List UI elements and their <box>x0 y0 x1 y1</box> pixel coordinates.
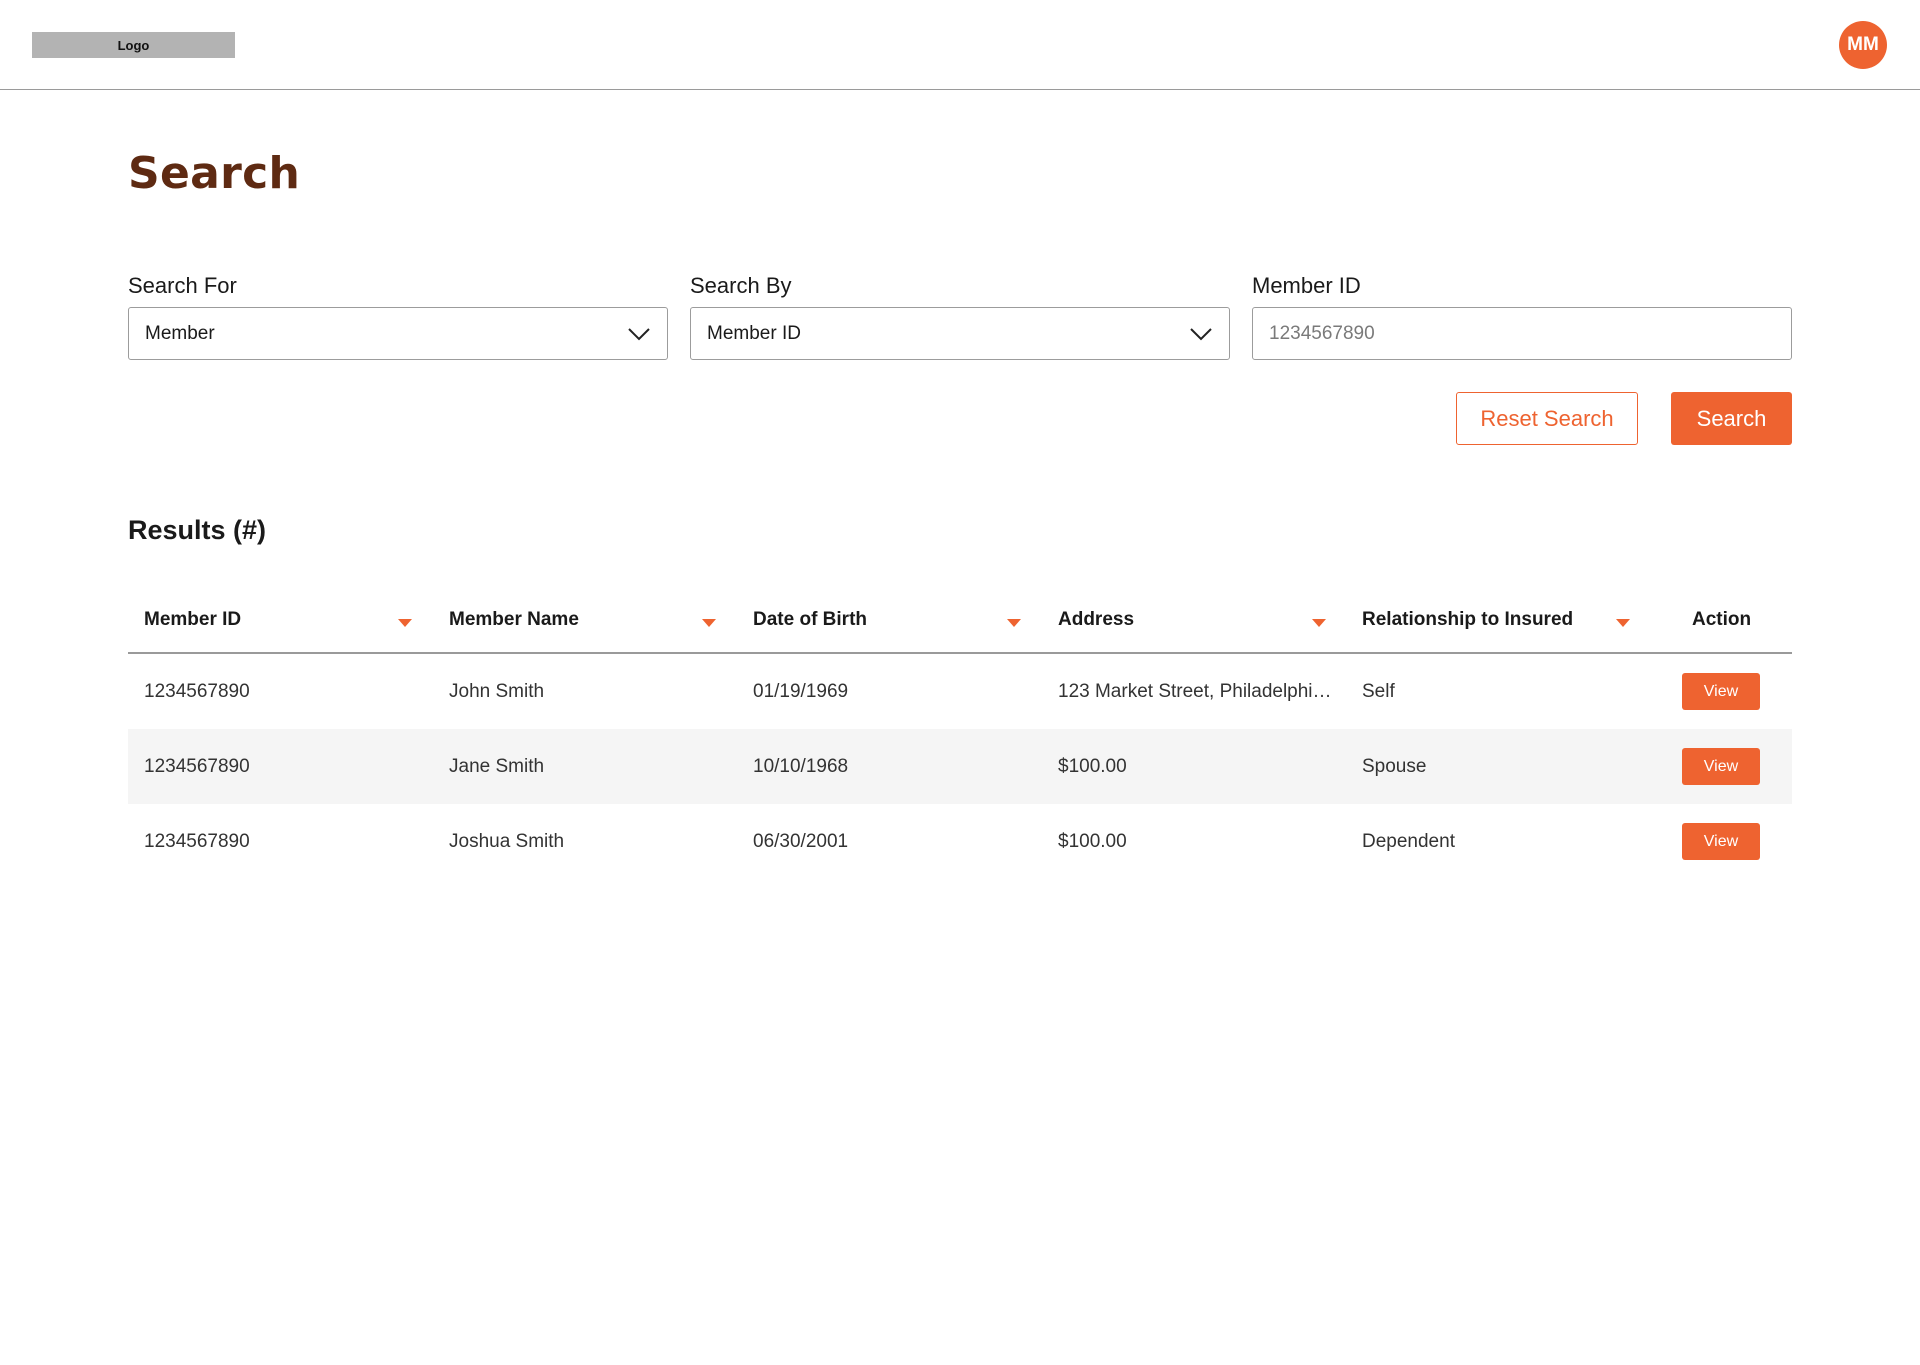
table-header: Member ID Member Name Date of Birth Addr… <box>128 586 1792 654</box>
cell-member-id: 1234567890 <box>144 680 250 702</box>
top-header: Logo MM <box>0 0 1920 90</box>
view-button[interactable]: View <box>1682 748 1760 785</box>
search-by-value: Member ID <box>707 322 801 344</box>
sort-down-icon[interactable] <box>398 619 412 627</box>
member-id-input[interactable] <box>1252 307 1792 360</box>
user-avatar[interactable]: MM <box>1839 21 1887 69</box>
column-header-address[interactable]: Address <box>1058 586 1134 654</box>
logo[interactable]: Logo <box>32 32 235 58</box>
cell-member-id: 1234567890 <box>144 755 250 777</box>
view-button[interactable]: View <box>1682 673 1760 710</box>
search-button[interactable]: Search <box>1671 392 1792 445</box>
search-by-select[interactable]: Member ID <box>690 307 1230 360</box>
table-row: 1234567890 Joshua Smith 06/30/2001 $100.… <box>128 804 1792 879</box>
sort-down-icon[interactable] <box>702 619 716 627</box>
cell-date-of-birth: 01/19/1969 <box>753 680 849 702</box>
search-by-label: Search By <box>690 273 792 298</box>
view-button[interactable]: View <box>1682 823 1760 860</box>
cell-relationship: Dependent <box>1362 830 1455 852</box>
cell-relationship: Self <box>1362 680 1395 702</box>
column-header-member-id[interactable]: Member ID <box>144 586 241 654</box>
column-header-action: Action <box>1692 609 1752 630</box>
table-row: 1234567890 John Smith 01/19/1969 123 Mar… <box>128 654 1792 729</box>
sort-down-icon[interactable] <box>1312 619 1326 627</box>
sort-down-icon[interactable] <box>1007 619 1021 627</box>
cell-date-of-birth: 06/30/2001 <box>753 830 849 852</box>
results-title: Results (#) <box>128 515 267 545</box>
search-for-label: Search For <box>128 273 237 298</box>
chevron-down-icon <box>1190 327 1212 340</box>
results-table: Member ID Member Name Date of Birth Addr… <box>128 586 1792 879</box>
column-header-date-of-birth[interactable]: Date of Birth <box>753 586 867 654</box>
cell-member-name: Joshua Smith <box>449 830 565 852</box>
page-title: Search <box>128 148 301 199</box>
chevron-down-icon <box>628 327 650 340</box>
cell-member-name: Jane Smith <box>449 755 545 777</box>
cell-address: $100.00 <box>1058 830 1127 852</box>
cell-date-of-birth: 10/10/1968 <box>753 755 849 777</box>
search-for-value: Member <box>145 322 215 344</box>
cell-member-id: 1234567890 <box>144 830 250 852</box>
cell-member-name: John Smith <box>449 680 545 702</box>
reset-search-button[interactable]: Reset Search <box>1456 392 1638 445</box>
cell-address: $100.00 <box>1058 755 1127 777</box>
table-row: 1234567890 Jane Smith 10/10/1968 $100.00… <box>128 729 1792 804</box>
cell-address: 123 Market Street, Philadelphi… <box>1058 680 1332 702</box>
column-header-relationship[interactable]: Relationship to Insured <box>1362 586 1573 654</box>
search-for-select[interactable]: Member <box>128 307 668 360</box>
sort-down-icon[interactable] <box>1616 619 1630 627</box>
column-header-member-name[interactable]: Member Name <box>449 586 579 654</box>
cell-relationship: Spouse <box>1362 755 1427 777</box>
member-id-label: Member ID <box>1252 273 1361 298</box>
